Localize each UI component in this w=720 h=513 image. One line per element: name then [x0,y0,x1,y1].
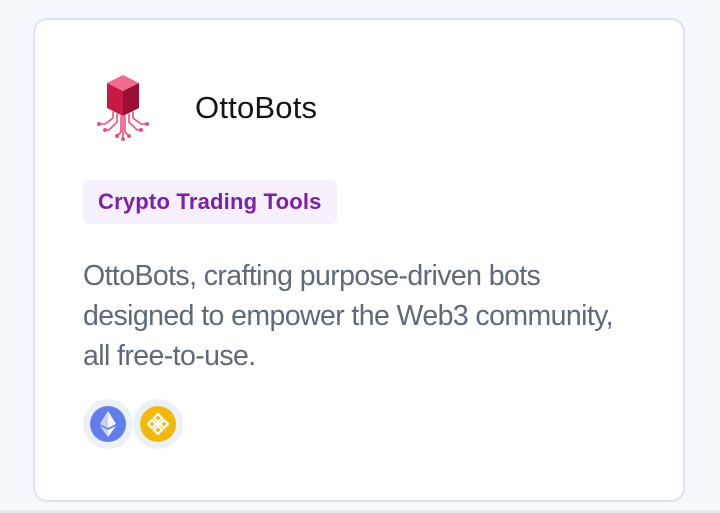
project-description: OttoBots, crafting purpose-driven bots d… [83,260,614,372]
ethereum-chain-badge [83,399,133,449]
ethereum-icon [90,406,126,442]
ottobots-logo-icon [95,72,151,142]
project-card[interactable]: OttoBots Crypto Trading Tools OttoBots, … [33,18,685,502]
category-badge[interactable]: Crypto Trading Tools [83,180,337,224]
project-title[interactable]: OttoBots [195,88,317,128]
supported-chains [83,399,203,449]
bnb-chain-badge [133,399,183,449]
bnb-chain-icon [140,406,176,442]
